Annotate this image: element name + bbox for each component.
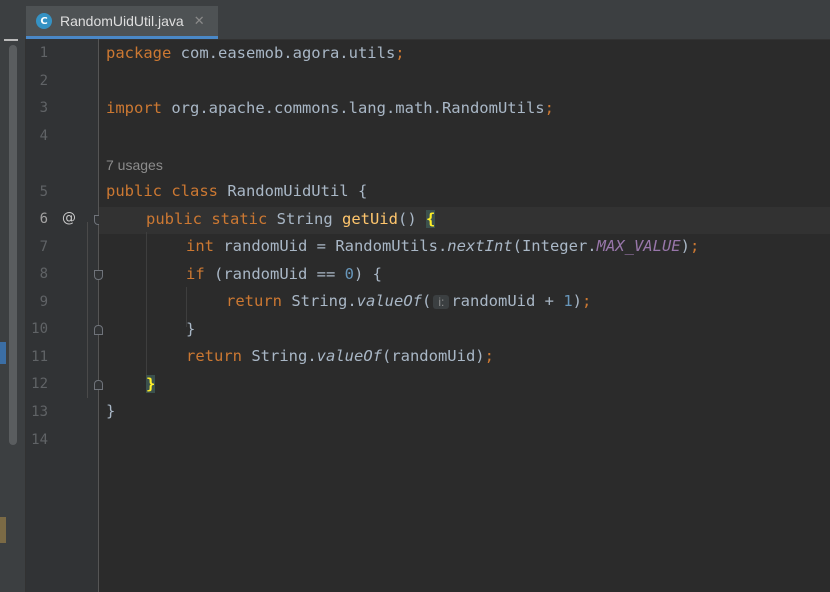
code-line-13[interactable]: } (106, 402, 115, 420)
line-number-current: 6 (39, 211, 48, 227)
code-text: ( (421, 292, 432, 310)
closing-brace: } (106, 402, 116, 420)
code-text: String. (242, 347, 317, 365)
keyword: return (226, 292, 282, 310)
closing-brace: } (186, 320, 196, 338)
line-number: 3 (39, 100, 48, 116)
line-number: 7 (39, 239, 48, 255)
package-name: com.easemob.agora.utils (171, 44, 396, 62)
indent-guide (146, 232, 147, 382)
semicolon: ; (484, 347, 494, 365)
line-number: 2 (39, 73, 48, 89)
tab-label: RandomUidUtil.java (60, 13, 184, 29)
code-line-7[interactable]: int randomUid = RandomUtils.nextInt(Inte… (186, 237, 699, 255)
gutter-divider (98, 39, 99, 592)
code-line-11[interactable]: return String.valueOf(randomUid); (186, 347, 494, 365)
fold-open-icon[interactable] (94, 270, 103, 280)
line-number: 11 (31, 349, 48, 365)
keyword: if (186, 265, 205, 283)
code-text: ) (680, 237, 690, 255)
code-text: (Integer. (512, 237, 597, 255)
code-text: (randomUid == (204, 265, 345, 283)
fold-close-icon[interactable] (94, 325, 103, 335)
static-method: valueOf (316, 347, 382, 365)
code-text: (randomUid) (381, 347, 485, 365)
method-fold-range (87, 222, 88, 398)
left-tool-strip (0, 39, 26, 592)
keyword: return (186, 347, 242, 365)
matched-brace: { (425, 210, 436, 228)
tab-randomuidutil-java[interactable]: C RandomUidUtil.java ✕ (26, 6, 218, 39)
vertical-scrollbar[interactable] (9, 45, 17, 445)
number-literal: 1 (563, 292, 573, 310)
method-name: getUid (341, 210, 398, 228)
line-number: 10 (31, 321, 48, 337)
editor-tab-bar: C RandomUidUtil.java ✕ (0, 6, 830, 40)
keyword: int (186, 237, 214, 255)
keyword: import (106, 99, 162, 117)
semicolon: ; (395, 44, 405, 62)
code-line-8[interactable]: if (randomUid == 0) { (186, 265, 382, 283)
code-line-3[interactable]: import org.apache.commons.lang.math.Rand… (106, 99, 554, 117)
matched-brace: } (146, 375, 156, 393)
line-number: 12 (31, 376, 48, 392)
semicolon: ; (544, 99, 554, 117)
line-number: 9 (39, 294, 48, 310)
line-number: 5 (39, 184, 48, 200)
code-line-10[interactable]: } (186, 320, 195, 338)
keyword: public static (146, 210, 268, 228)
line-number: 14 (31, 432, 48, 448)
code-text: ) (572, 292, 582, 310)
fold-close-icon[interactable] (94, 380, 103, 390)
code-line-12[interactable]: } (146, 375, 156, 393)
parens: () (397, 210, 426, 228)
java-class-icon: C (36, 13, 52, 29)
code-line-9[interactable]: return String.valueOf(i: randomUid + 1); (226, 292, 591, 310)
marker-indicator (0, 517, 6, 543)
class-declaration: RandomUidUtil { (217, 182, 368, 200)
keyword: public class (106, 182, 218, 200)
constant: MAX_VALUE (596, 237, 681, 255)
close-icon[interactable]: ✕ (194, 14, 205, 29)
override-method-icon[interactable]: @ (62, 210, 76, 226)
import-name: org.apache.commons.lang.math.RandomUtils (162, 99, 545, 117)
semicolon: ; (689, 237, 700, 255)
semicolon: ; (582, 292, 592, 310)
number-literal: 0 (344, 265, 354, 283)
line-number: 13 (31, 404, 48, 420)
minimize-icon[interactable] (4, 39, 18, 41)
return-type: String (267, 210, 342, 228)
static-method: nextInt (447, 237, 513, 255)
code-text: randomUid = RandomUtils. (214, 237, 448, 255)
code-text: randomUid + (451, 292, 564, 310)
line-number: 4 (39, 128, 48, 144)
line-number: 8 (39, 266, 48, 282)
code-text: ) { (354, 265, 382, 283)
parameter-hint: i: (433, 295, 450, 309)
code-line-6[interactable]: public static String getUid() { (146, 210, 436, 228)
usages-hint[interactable]: 7 usages (106, 157, 163, 173)
line-number: 1 (39, 45, 48, 61)
code-line-1[interactable]: package com.easemob.agora.utils; (106, 44, 405, 62)
selected-indicator (0, 342, 6, 364)
keyword: package (106, 44, 172, 62)
static-method: valueOf (356, 292, 422, 310)
code-text: String. (282, 292, 357, 310)
code-line-5[interactable]: public class RandomUidUtil { (106, 182, 367, 200)
